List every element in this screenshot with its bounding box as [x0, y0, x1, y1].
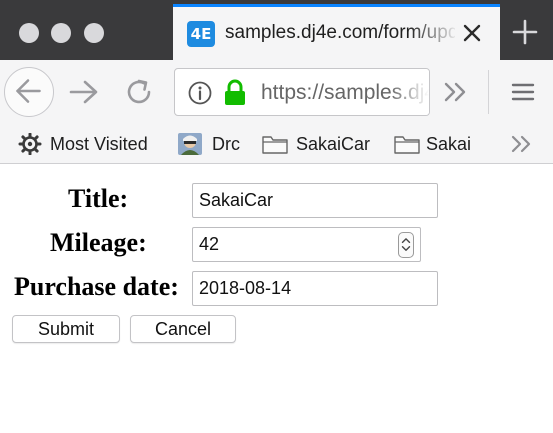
info-circle-icon[interactable]: [187, 80, 213, 106]
bookmark-most-visited[interactable]: Most Visited: [18, 130, 163, 158]
double-chevron-right-icon[interactable]: [440, 78, 472, 106]
secure-lock-icon[interactable]: [223, 79, 247, 107]
gear-icon: [18, 133, 42, 155]
active-tab[interactable]: 4E samples.dj4e.com/form/upda: [173, 4, 500, 60]
window-zoom-control[interactable]: [84, 23, 104, 43]
arrow-left-icon: [16, 79, 41, 103]
window-close-control[interactable]: [19, 23, 39, 43]
folder-icon: [262, 136, 288, 154]
toolbar-divider: [488, 70, 489, 114]
address-bar[interactable]: https://samples.dj4e.com/form/update: [174, 68, 430, 116]
title-input[interactable]: [192, 183, 438, 218]
back-button[interactable]: [4, 67, 54, 117]
bookmark-sakai[interactable]: Sakai: [394, 130, 479, 158]
title-label: Title:: [68, 184, 129, 213]
site-favicon: 4E: [187, 21, 215, 47]
submit-button[interactable]: Submit: [12, 315, 120, 343]
mileage-stepper[interactable]: [398, 232, 414, 258]
navigation-toolbar: https://samples.dj4e.com/form/update: [0, 60, 553, 124]
forward-arrow-icon[interactable]: [66, 77, 102, 107]
bookmark-sakaicar[interactable]: SakaiCar: [262, 130, 377, 158]
bookmarks-toolbar: Most Visited Drc SakaiCar Sakai: [0, 124, 553, 164]
stepper-arrows-icon: [401, 238, 411, 251]
folder-icon: [394, 136, 420, 154]
new-tab-plus-icon[interactable]: [505, 14, 545, 50]
bookmark-drc[interactable]: Drc: [178, 130, 248, 158]
mileage-input[interactable]: [192, 227, 421, 262]
tab-title-fade: [409, 15, 459, 55]
close-tab-icon[interactable]: [459, 20, 485, 46]
reload-icon[interactable]: [122, 75, 156, 109]
bookmark-label: SakaiCar: [296, 134, 371, 154]
bookmarks-overflow-chevron-icon[interactable]: [508, 132, 536, 156]
purchase-date-input[interactable]: [192, 271, 438, 306]
bookmark-label: Sakai: [426, 134, 472, 154]
url-fade: [389, 69, 429, 115]
browser-tab-strip: 4E samples.dj4e.com/form/upda: [0, 0, 553, 60]
cancel-button[interactable]: Cancel: [130, 315, 236, 343]
avatar-icon: [178, 133, 202, 155]
hamburger-menu-icon[interactable]: [508, 78, 538, 106]
window-minimize-control[interactable]: [51, 23, 71, 43]
bookmark-label: Drc: [212, 134, 240, 154]
purchase-date-label: Purchase date:: [14, 272, 179, 301]
bookmark-label: Most Visited: [50, 134, 148, 154]
mileage-label: Mileage:: [50, 228, 147, 257]
